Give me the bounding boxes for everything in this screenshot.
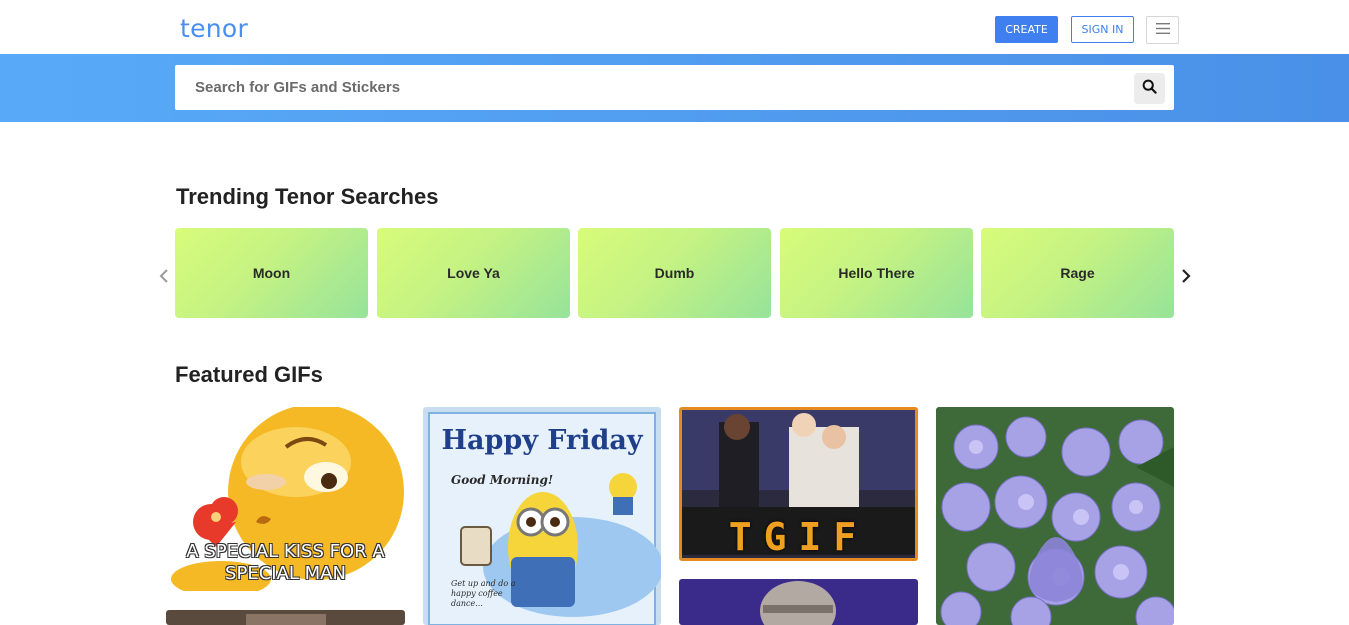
featured-title: Featured GIFs bbox=[175, 362, 323, 387]
search-icon bbox=[1142, 79, 1157, 99]
gif-subheading: Good Morning! bbox=[451, 473, 554, 487]
create-button[interactable]: CREATE bbox=[995, 16, 1058, 43]
search-band bbox=[0, 54, 1349, 122]
gif-heading: Happy Friday bbox=[441, 425, 643, 456]
trending-title: Trending Tenor Searches bbox=[176, 184, 439, 209]
search-box bbox=[175, 65, 1174, 110]
gif-card-happy-friday[interactable]: Happy Friday Good Morning! Get up and do… bbox=[423, 407, 661, 625]
search-button[interactable] bbox=[1134, 73, 1165, 104]
trending-tile-dumb[interactable]: Dumb bbox=[578, 228, 771, 318]
gif-card-special-kiss[interactable]: A SPECIAL KISS FOR A SPECIAL MAN bbox=[166, 407, 405, 591]
sign-in-button[interactable]: SIGN IN bbox=[1071, 16, 1134, 43]
top-header: tenor CREATE SIGN IN bbox=[0, 0, 1349, 54]
trending-tile-hello-there[interactable]: Hello There bbox=[780, 228, 973, 318]
gif-card-tgif[interactable]: TGIF bbox=[679, 407, 918, 561]
gif-image-partial-2 bbox=[679, 579, 918, 625]
hamburger-menu-icon bbox=[1155, 21, 1170, 39]
gif-caption: A SPECIAL KISS FOR A SPECIAL MAN bbox=[186, 541, 385, 584]
tenor-logo[interactable]: tenor bbox=[180, 14, 248, 43]
trending-tile-moon[interactable]: Moon bbox=[175, 228, 368, 318]
trending-prev-button[interactable] bbox=[155, 266, 173, 290]
gif-caption: TGIF bbox=[728, 515, 869, 559]
gif-card-partial[interactable] bbox=[166, 610, 405, 625]
trending-tile-love-ya[interactable]: Love Ya bbox=[377, 228, 570, 318]
chevron-right-icon bbox=[1181, 268, 1191, 289]
gif-card-flowers[interactable] bbox=[936, 407, 1174, 625]
gif-card-partial-2[interactable] bbox=[679, 579, 918, 625]
trending-tile-rage[interactable]: Rage bbox=[981, 228, 1174, 318]
gif-note: Get up and do a happy coffee dance... bbox=[451, 579, 516, 608]
trending-next-button[interactable] bbox=[1177, 266, 1195, 290]
gif-image-flowers bbox=[936, 407, 1174, 625]
search-input[interactable] bbox=[175, 65, 1125, 110]
chevron-left-icon bbox=[159, 268, 169, 289]
menu-button[interactable] bbox=[1146, 16, 1179, 44]
gif-image-partial bbox=[166, 610, 405, 625]
